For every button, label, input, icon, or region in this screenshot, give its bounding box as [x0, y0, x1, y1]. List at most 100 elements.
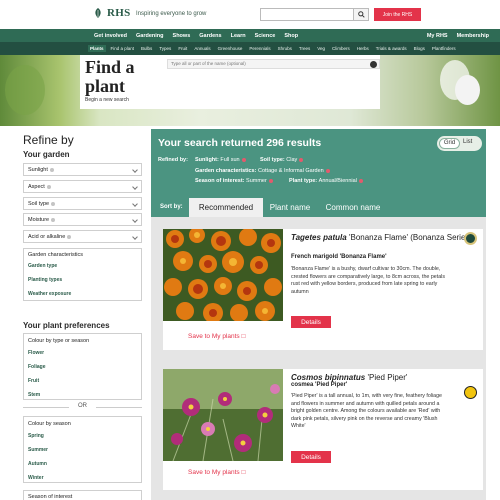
filter-sub-weather-exposure[interactable]: Weather exposure: [28, 291, 71, 297]
subnav-item-annuals[interactable]: Annuals: [192, 45, 212, 52]
subnav-item-trials-awards[interactable]: Trials & awards: [374, 45, 409, 52]
save-plant-icon: □: [241, 333, 246, 340]
list-view-button[interactable]: List: [463, 139, 472, 145]
filter-sub-planting-types[interactable]: Planting types: [28, 277, 62, 283]
view-toggle[interactable]: Grid List: [437, 136, 482, 151]
subnav-item-climbers[interactable]: Climbers: [330, 45, 352, 52]
filter-soil-type[interactable]: Soil type: [23, 197, 142, 210]
chip-value: Full sun: [220, 157, 240, 163]
details-button[interactable]: Details: [291, 316, 331, 328]
remove-icon[interactable]: [358, 178, 363, 183]
pollinator-icon: [464, 386, 477, 399]
nav-item-get-involved[interactable]: Get involved: [94, 33, 127, 39]
filter-sub-summer[interactable]: Summer: [28, 447, 48, 453]
filter-sub-stem[interactable]: Stem: [28, 392, 40, 398]
details-button[interactable]: Details: [291, 451, 331, 463]
subnav-item-blogs[interactable]: Blogs: [412, 45, 427, 52]
nav-item-membership[interactable]: Membership: [457, 33, 489, 39]
season-of-interest-filter[interactable]: Season of interest: [23, 490, 142, 500]
grid-view-button[interactable]: Grid: [439, 138, 460, 149]
chip-key: Garden characteristics:: [195, 168, 257, 174]
nav-item-shows[interactable]: Shows: [173, 33, 191, 39]
subnav-item-fruit[interactable]: Fruit: [176, 45, 189, 52]
search-go-icon[interactable]: [370, 61, 377, 68]
remove-icon[interactable]: [299, 157, 304, 162]
subnav-item-plants[interactable]: Plants: [88, 45, 106, 52]
filter-aspect[interactable]: Aspect: [23, 180, 142, 193]
nav-item-my-rhs[interactable]: My RHS: [427, 33, 448, 39]
site-search-input[interactable]: [260, 8, 354, 21]
results-title: Your search returned 296 results: [158, 137, 322, 149]
remove-icon[interactable]: [241, 157, 246, 162]
subnav-item-plantfinders[interactable]: Plantfinders: [430, 45, 458, 52]
chip-value: Annual/Biennial: [318, 178, 357, 184]
filter-sunlight[interactable]: Sunlight: [23, 163, 142, 176]
join-button[interactable]: Join the RHS: [374, 8, 421, 21]
chip-season[interactable]: Season of interest: Summer: [195, 178, 273, 184]
plant-title[interactable]: Tagetes patula 'Bonanza Flame' (Bonanza …: [291, 233, 481, 243]
chip-sunlight[interactable]: Sunlight: Full sun: [195, 157, 246, 163]
save-to-my-plants-link[interactable]: Save to My plants □: [188, 469, 245, 476]
plant-name-search-input[interactable]: Type all or part of the name (optional): [167, 59, 380, 69]
filter-sub-garden-type[interactable]: Garden type: [28, 263, 57, 269]
nav-item-shop[interactable]: Shop: [284, 33, 298, 39]
subnav-item-perennials[interactable]: Perennials: [247, 45, 272, 52]
garden-characteristics-filter[interactable]: Garden characteristics Garden type Plant…: [23, 248, 142, 301]
subnav-item-types[interactable]: Types: [157, 45, 173, 52]
plant-image-cosmos[interactable]: [163, 369, 283, 461]
latin-name: Tagetes patula: [291, 233, 347, 242]
plant-image-marigold[interactable]: [163, 229, 283, 321]
remove-icon[interactable]: [268, 178, 273, 183]
tab-common-name[interactable]: Common name: [317, 198, 389, 217]
filter-label: Colour by season: [28, 421, 71, 427]
remove-icon[interactable]: [325, 168, 330, 173]
search-icon: [357, 11, 365, 18]
colour-season-filter[interactable]: Colour by season Spring Summer Autumn Wi…: [23, 416, 142, 483]
filter-sub-foliage[interactable]: Foliage: [28, 364, 46, 370]
nav-item-gardens[interactable]: Gardens: [199, 33, 221, 39]
subnav-item-shrubs[interactable]: Shrubs: [276, 45, 294, 52]
cultivar-name: 'Bonanza Flame' (Bonanza Series): [348, 233, 473, 242]
filter-moisture[interactable]: Moisture: [23, 213, 142, 226]
subnav-item-find-a-plant[interactable]: Find a plant: [109, 45, 137, 52]
site-search-button[interactable]: [353, 8, 369, 21]
info-icon[interactable]: [46, 184, 51, 189]
nav-item-gardening[interactable]: Gardening: [136, 33, 164, 39]
filter-label: Soil type: [28, 201, 56, 207]
filter-sub-winter[interactable]: Winter: [28, 475, 44, 481]
filter-sub-autumn[interactable]: Autumn: [28, 461, 47, 467]
nav-item-learn[interactable]: Learn: [231, 33, 246, 39]
site-header: RHS Inspiring everyone to grow Join the …: [0, 0, 500, 29]
new-search-link[interactable]: Begin a new search: [85, 97, 129, 103]
nav-item-science[interactable]: Science: [255, 33, 276, 39]
award-of-garden-merit-icon: [464, 232, 477, 245]
chip-soil[interactable]: Soil type: Clay: [260, 157, 304, 163]
tab-recommended[interactable]: Recommended: [189, 198, 263, 217]
filter-label: Garden characteristics: [28, 252, 84, 258]
subnav-item-herbs[interactable]: Herbs: [355, 45, 371, 52]
filter-sub-fruit[interactable]: Fruit: [28, 378, 39, 384]
info-icon[interactable]: [51, 217, 56, 222]
filter-label: Colour by type or season: [28, 338, 90, 344]
subnav-item-veg[interactable]: Veg: [315, 45, 327, 52]
subnav-item-trees[interactable]: Trees: [297, 45, 312, 52]
chevron-down-icon: [132, 167, 138, 173]
cultivar-name: 'Pied Piper': [367, 373, 408, 382]
rhs-logo[interactable]: RHS: [92, 7, 131, 19]
subnav-item-greenhouse[interactable]: Greenhouse: [216, 45, 245, 52]
info-icon[interactable]: [51, 201, 56, 206]
filter-acid-or-alkaline[interactable]: Acid or alkaline: [23, 230, 142, 243]
filter-sub-flower[interactable]: Flower: [28, 350, 44, 356]
info-icon[interactable]: [49, 167, 54, 172]
subnav-item-bulbs[interactable]: Bulbs: [139, 45, 154, 52]
chevron-down-icon: [132, 184, 138, 190]
colour-type-filter[interactable]: Colour by type or season Flower Foliage …: [23, 333, 142, 400]
filter-sub-spring[interactable]: Spring: [28, 433, 44, 439]
info-icon[interactable]: [67, 234, 72, 239]
save-to-my-plants-link[interactable]: Save to My plants □: [188, 333, 245, 340]
chip-plant-type[interactable]: Plant type: Annual/Biennial: [289, 178, 363, 184]
tab-plant-name[interactable]: Plant name: [263, 198, 317, 217]
chip-garden-characteristics[interactable]: Garden characteristics: Cottage & Inform…: [195, 168, 330, 174]
refine-title: Refine by: [23, 133, 74, 147]
filter-label: Sunlight: [28, 167, 54, 173]
